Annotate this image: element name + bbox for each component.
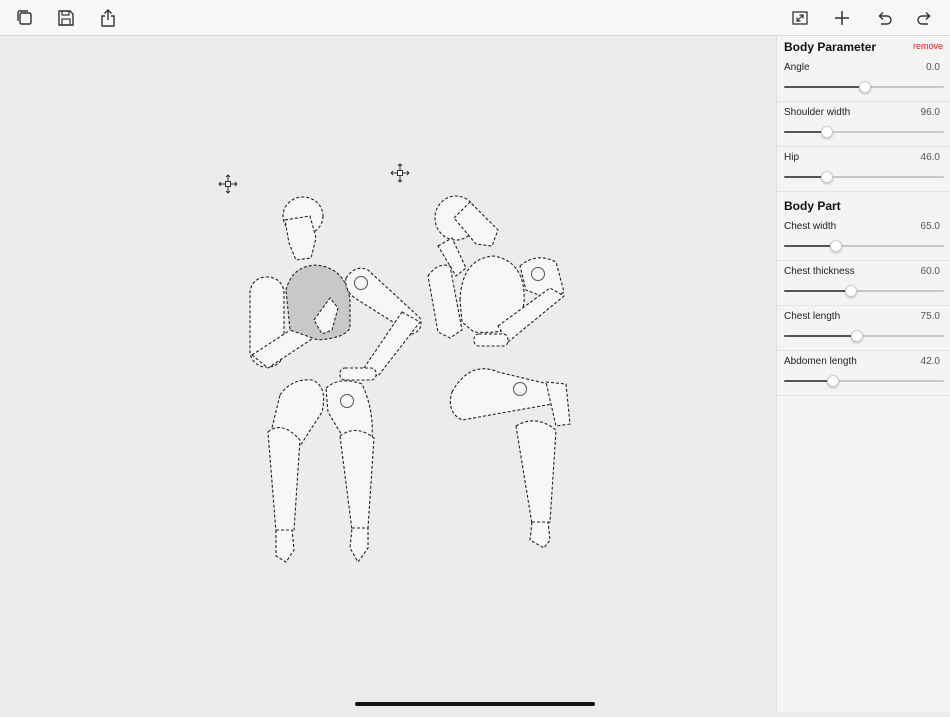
abdomen-length-slider[interactable] xyxy=(784,375,944,387)
param-label: Shoulder width xyxy=(784,107,851,118)
slider-fill xyxy=(784,86,864,88)
slider-fill xyxy=(784,176,826,178)
toolbar xyxy=(0,0,950,36)
foot-left-part[interactable] xyxy=(275,529,295,563)
param-value: 65.0 xyxy=(920,221,940,232)
param-chest-thickness: Chest thickness 60.0 xyxy=(777,260,950,306)
face-part[interactable] xyxy=(284,215,317,261)
slider-thumb[interactable] xyxy=(820,126,833,138)
expand-icon xyxy=(792,11,808,25)
side-hand-part[interactable] xyxy=(473,333,509,347)
slider-thumb[interactable] xyxy=(830,240,843,252)
slider-thumb[interactable] xyxy=(827,375,839,387)
param-label: Hip xyxy=(784,152,800,163)
param-abdomen-length: Abdomen length 42.0 xyxy=(777,350,950,396)
drawing-canvas[interactable] xyxy=(0,36,776,712)
side-mannequin[interactable] xyxy=(427,195,571,549)
side-foot-part[interactable] xyxy=(529,521,551,549)
slider-fill xyxy=(784,131,826,133)
share-button[interactable] xyxy=(96,6,120,30)
undo-button[interactable] xyxy=(872,6,896,30)
expand-button[interactable] xyxy=(788,6,812,30)
chest-length-slider[interactable] xyxy=(784,330,944,342)
slider-fill xyxy=(784,380,832,382)
param-value: 42.0 xyxy=(920,356,940,367)
body-parameter-title: Body Parameter xyxy=(784,40,877,54)
param-label: Angle xyxy=(784,62,810,73)
side-shin-part[interactable] xyxy=(515,420,557,525)
side-thigh-part[interactable] xyxy=(449,368,553,421)
param-shoulder-width: Shoulder width 96.0 xyxy=(777,101,950,147)
param-angle: Angle 0.0 xyxy=(777,56,950,102)
chest-thickness-slider[interactable] xyxy=(784,285,944,297)
slider-fill xyxy=(784,290,850,292)
mannequin-scene[interactable] xyxy=(0,36,776,712)
slider-thumb[interactable] xyxy=(851,330,863,342)
chest-width-slider[interactable] xyxy=(784,240,944,252)
share-icon xyxy=(101,9,115,27)
add-button[interactable] xyxy=(830,6,854,30)
foot-right-part[interactable] xyxy=(349,527,369,564)
front-mannequin[interactable] xyxy=(249,196,422,564)
shoulder-width-slider[interactable] xyxy=(784,126,944,138)
add-icon xyxy=(835,11,849,25)
param-label: Chest length xyxy=(784,311,841,322)
angle-slider[interactable] xyxy=(784,81,944,93)
slider-thumb[interactable] xyxy=(820,171,833,183)
side-upper-arm-part[interactable] xyxy=(427,264,463,339)
body-part-title: Body Part xyxy=(784,199,841,213)
move-handle-icon[interactable] xyxy=(390,163,410,183)
chest-part[interactable] xyxy=(285,264,351,341)
shin-left-part[interactable] xyxy=(267,426,301,533)
duplicate-icon xyxy=(17,10,32,25)
param-value: 60.0 xyxy=(920,266,940,277)
param-value: 75.0 xyxy=(920,311,940,322)
slider-fill xyxy=(784,245,836,247)
duplicate-button[interactable] xyxy=(13,6,37,30)
slider-thumb[interactable] xyxy=(859,81,871,93)
slider-thumb[interactable] xyxy=(844,285,857,297)
parameter-panel: Body Parameter remove Angle 0.0 Shoulder… xyxy=(776,36,950,712)
param-label: Chest thickness xyxy=(784,266,855,277)
param-value: 46.0 xyxy=(920,152,940,163)
shin-right-part[interactable] xyxy=(339,429,375,531)
move-handle-icon[interactable] xyxy=(218,174,238,194)
home-indicator xyxy=(355,702,595,706)
hip-slider[interactable] xyxy=(784,171,944,183)
redo-icon xyxy=(917,12,931,25)
slider-fill xyxy=(784,335,856,337)
param-label: Chest width xyxy=(784,221,837,232)
param-hip: Hip 46.0 xyxy=(777,146,950,192)
param-value: 96.0 xyxy=(920,107,940,118)
undo-icon xyxy=(878,12,892,25)
param-value: 0.0 xyxy=(926,62,940,73)
param-chest-length: Chest length 75.0 xyxy=(777,305,950,351)
param-chest-width: Chest width 65.0 xyxy=(777,215,950,261)
pelvis-part[interactable] xyxy=(339,367,377,381)
redo-button[interactable] xyxy=(913,6,937,30)
param-label: Abdomen length xyxy=(784,356,857,367)
save-icon xyxy=(58,10,74,26)
remove-button[interactable]: remove xyxy=(913,41,943,51)
save-button[interactable] xyxy=(54,6,78,30)
